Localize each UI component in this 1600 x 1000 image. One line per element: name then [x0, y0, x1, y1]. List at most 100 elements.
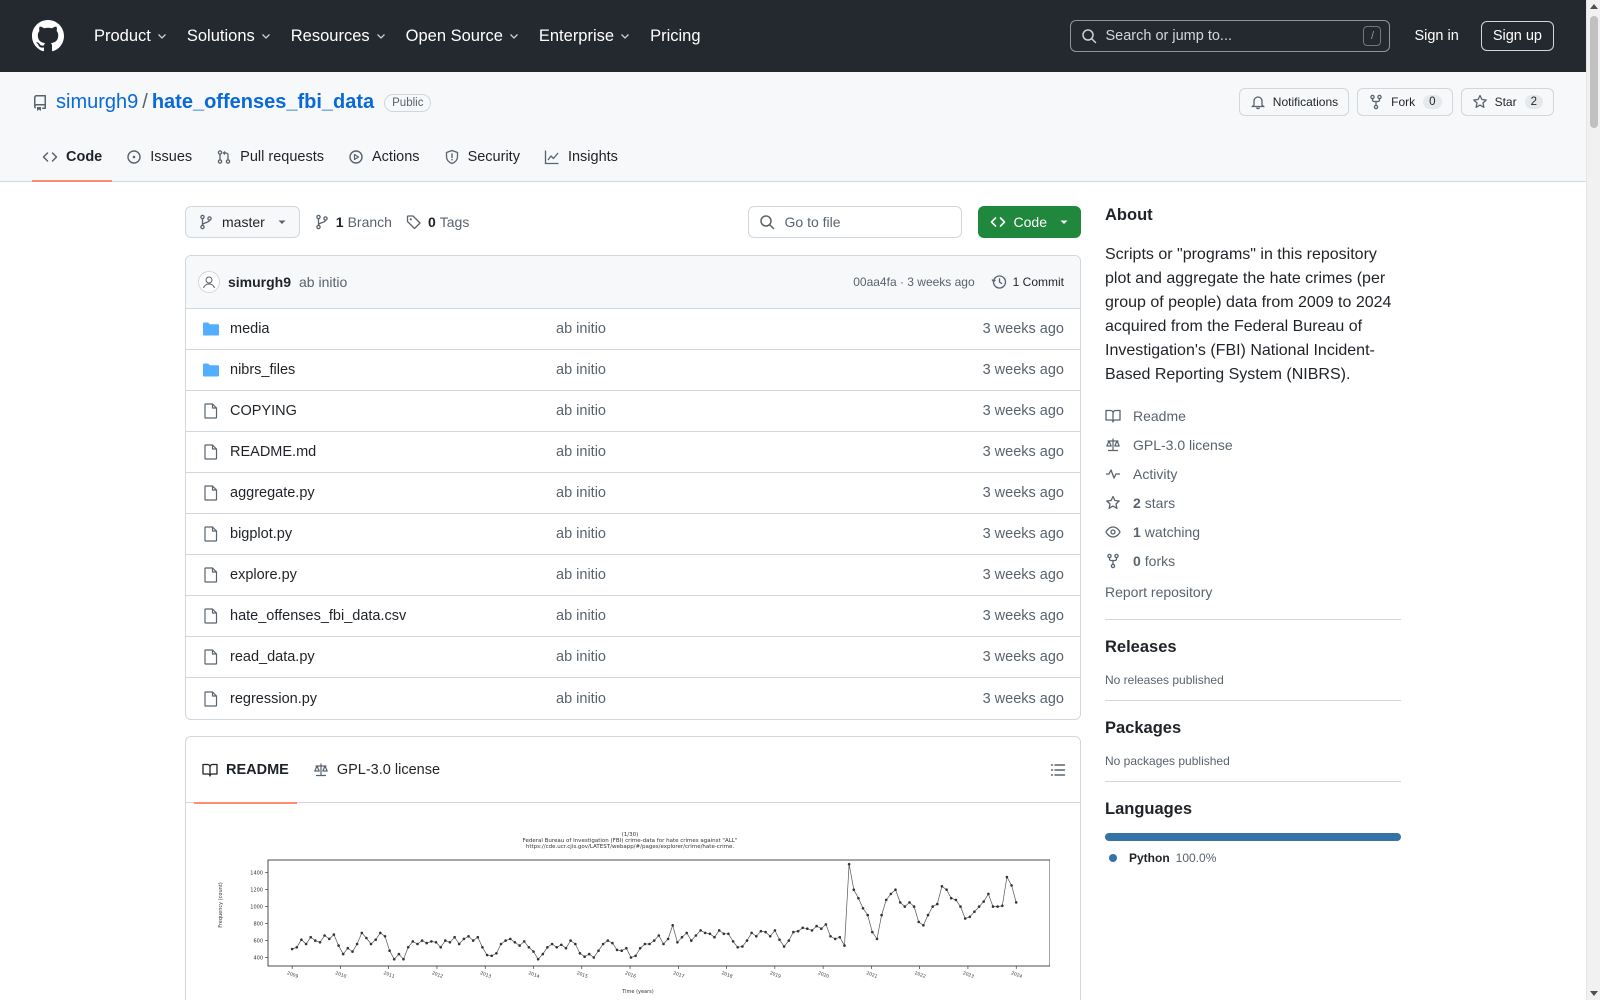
code-button[interactable]: Code	[977, 206, 1081, 238]
tab-code[interactable]: Code	[32, 133, 113, 182]
repo-actions: Notifications Fork 0 Star 2	[1238, 88, 1554, 116]
readme-link[interactable]: Readme	[1105, 401, 1401, 430]
file-row[interactable]: hate_offenses_fbi_data.csv ab initio 3 wee…	[186, 596, 1080, 637]
data-point	[708, 932, 712, 936]
data-point	[332, 933, 336, 936]
topnav-enterprise[interactable]: Enterprise	[531, 21, 638, 52]
commit-message-link[interactable]: ab initio	[299, 274, 347, 290]
file-commit-message-link[interactable]: ab initio	[556, 321, 983, 337]
file-name-link[interactable]: explore.py	[230, 567, 556, 583]
chevron-down-icon	[376, 34, 385, 39]
file-name-link[interactable]: README.md	[230, 444, 556, 460]
file-commit-message-link[interactable]: ab initio	[556, 444, 983, 460]
language-item-python[interactable]: Python 100.0%	[1109, 851, 1401, 865]
data-point	[657, 934, 661, 937]
readme-chart: (1/30) Federal Bureau of Investigation (…	[218, 832, 1050, 995]
sign-in-link[interactable]: Sign in	[1414, 28, 1458, 44]
readme-body: (1/30) Federal Bureau of Investigation (…	[186, 803, 1080, 1000]
forks-link[interactable]: 0 forks	[1105, 546, 1401, 575]
data-point	[699, 929, 702, 932]
file-name-link[interactable]: media	[230, 321, 556, 337]
data-point	[490, 954, 494, 958]
fork-button[interactable]: Fork 0	[1357, 88, 1453, 116]
tab-license[interactable]: GPL-3.0 license	[305, 737, 448, 803]
star-button[interactable]: Star 2	[1460, 88, 1554, 116]
file-commit-message-link[interactable]: ab initio	[556, 403, 983, 419]
releases-heading[interactable]: Releases	[1105, 638, 1401, 657]
activity-link[interactable]: Activity	[1105, 459, 1401, 488]
file-name-link[interactable]: read_data.py	[230, 649, 556, 665]
license-link[interactable]: GPL-3.0 license	[1105, 430, 1401, 459]
topnav-solutions[interactable]: Solutions	[179, 21, 279, 52]
sign-up-button[interactable]: Sign up	[1480, 21, 1554, 51]
file-row[interactable]: bigplot.py ab initio 3 weeks ago	[186, 514, 1080, 555]
watching-link[interactable]: 1 watching	[1105, 517, 1401, 546]
scroll-up-arrow-icon[interactable]	[1590, 4, 1598, 9]
data-point	[337, 944, 340, 947]
branch-selector[interactable]: master	[185, 206, 300, 238]
file-commit-message-link[interactable]: ab initio	[556, 362, 983, 378]
stars-link[interactable]: 2 stars	[1105, 488, 1401, 517]
global-search-input[interactable]: Search or jump to... /	[1070, 20, 1391, 52]
scroll-down-arrow-icon[interactable]	[1590, 991, 1598, 996]
topnav-pricing[interactable]: Pricing	[642, 21, 708, 52]
page-scrollbar[interactable]	[1586, 0, 1600, 1000]
commit-hash-time[interactable]: 00aa4fa · 3 weeks ago	[853, 275, 974, 289]
github-logo-icon[interactable]	[32, 20, 64, 52]
go-to-file-input[interactable]: Go to file	[747, 206, 962, 238]
commit-history-link[interactable]: 1 Commit	[991, 274, 1064, 290]
data-point	[546, 946, 549, 949]
shield-icon	[445, 149, 458, 165]
branch-label: Branch	[347, 214, 392, 230]
file-commit-message-link[interactable]: ab initio	[556, 691, 983, 707]
repo-owner-link[interactable]: simurgh9	[56, 91, 138, 114]
topnav-product[interactable]: Product	[86, 21, 175, 52]
tags-link[interactable]: 0 Tags	[406, 214, 469, 230]
file-commit-message-link[interactable]: ab initio	[556, 485, 983, 501]
file-name-link[interactable]: regression.py	[230, 691, 556, 707]
notifications-button[interactable]: Notifications	[1238, 88, 1350, 116]
list-outline-icon[interactable]	[1050, 762, 1066, 778]
file-row[interactable]: COPYING ab initio 3 weeks ago	[186, 391, 1080, 432]
data-point	[485, 953, 489, 957]
file-row[interactable]: media ab initio 3 weeks ago	[186, 309, 1080, 350]
file-commit-message-link[interactable]: ab initio	[556, 567, 983, 583]
file-name-link[interactable]: bigplot.py	[230, 526, 556, 542]
report-repository-link[interactable]: Report repository	[1105, 577, 1401, 606]
file-row[interactable]: aggregate.py ab initio 3 weeks ago	[186, 473, 1080, 514]
tab-security[interactable]: Security	[434, 133, 530, 181]
tab-pull-requests[interactable]: Pull requests	[206, 133, 334, 181]
file-row[interactable]: README.md ab initio 3 weeks ago	[186, 432, 1080, 473]
packages-heading[interactable]: Packages	[1105, 719, 1401, 738]
file-commit-message-link[interactable]: ab initio	[556, 649, 983, 665]
data-point	[671, 924, 674, 927]
file-row[interactable]: explore.py ab initio 3 weeks ago	[186, 555, 1080, 596]
data-point	[550, 942, 554, 946]
data-point	[374, 938, 377, 941]
tab-actions[interactable]: Actions	[338, 133, 430, 181]
data-point	[439, 946, 442, 949]
repo-name-link[interactable]: hate_offenses_fbi_data	[152, 91, 374, 114]
file-name-link[interactable]: COPYING	[230, 403, 556, 419]
file-row[interactable]: nibrs_files ab initio 3 weeks ago	[186, 350, 1080, 391]
x-tick-label: 2018	[721, 970, 734, 980]
branches-link[interactable]: 1 Branch	[314, 214, 392, 230]
file-row[interactable]: regression.py ab initio 3 weeks ago	[186, 678, 1080, 719]
file-commit-message-link[interactable]: ab initio	[556, 526, 983, 542]
topnav-resources[interactable]: Resources	[283, 21, 394, 52]
file-name-link[interactable]: nibrs_files	[230, 362, 556, 378]
book-icon	[202, 763, 218, 777]
y-tick-label: 800	[253, 922, 263, 928]
file-commit-message-link[interactable]: ab initio	[556, 608, 983, 624]
file-row[interactable]: read_data.py ab initio 3 weeks ago	[186, 637, 1080, 678]
tab-issues[interactable]: Issues	[116, 133, 202, 181]
avatar[interactable]	[198, 271, 220, 293]
commit-author-link[interactable]: simurgh9	[228, 274, 291, 290]
scrollbar-thumb[interactable]	[1590, 16, 1598, 128]
file-name-link[interactable]: aggregate.py	[230, 485, 556, 501]
topnav-open-source[interactable]: Open Source	[398, 21, 527, 52]
tab-insights[interactable]: Insights	[534, 133, 628, 181]
tab-label: Actions	[372, 149, 420, 165]
tab-readme[interactable]: README	[194, 737, 297, 804]
file-name-link[interactable]: hate_offenses_fbi_data.csv	[230, 608, 556, 624]
